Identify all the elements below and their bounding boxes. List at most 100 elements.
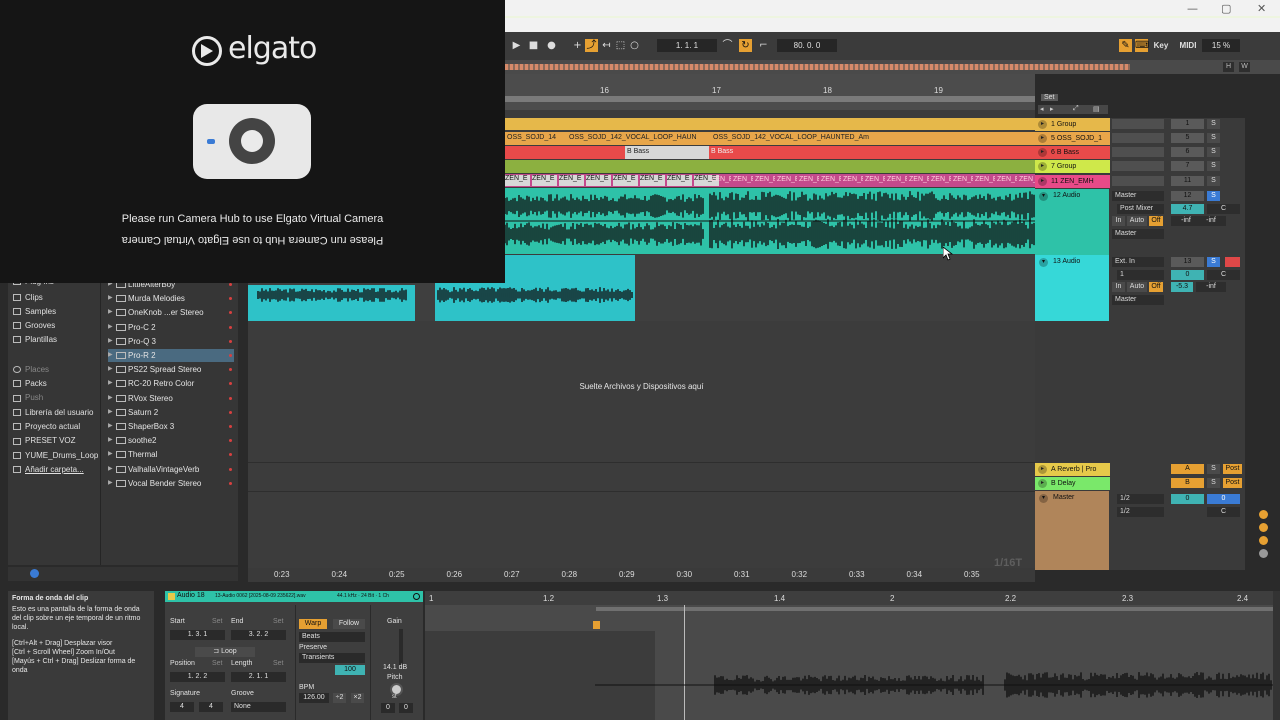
plugin-item[interactable]: ▶ RC-20 Retro Color <box>108 377 234 390</box>
detune-field[interactable]: 0 <box>399 703 413 713</box>
browser-category[interactable]: Clips <box>13 293 43 302</box>
vocal-loop-lane[interactable]: OSS_SOJD_14 OSS_SOJD_142_VOCAL_LOOP_HAUN… <box>505 132 1035 145</box>
end-field[interactable]: 3. 2. 2 <box>231 630 286 640</box>
track-number[interactable]: 13 <box>1171 257 1204 267</box>
prev-locator-icon[interactable]: ◂ <box>1040 105 1044 113</box>
track-header-audio-13[interactable]: ▾ 13 Audio <box>1035 255 1109 321</box>
post-button[interactable]: Post <box>1223 464 1242 474</box>
halve-tempo-button[interactable]: ÷2 <box>333 693 346 703</box>
solo-button[interactable]: S <box>1207 176 1220 186</box>
solo-button[interactable]: S <box>1207 161 1220 171</box>
plugin-item[interactable]: ▶ ValhallaVintageVerb <box>108 463 234 476</box>
session-record-icon[interactable]: ○ <box>628 39 641 52</box>
track-number[interactable]: 1 <box>1171 119 1204 129</box>
length-set-button[interactable]: Set <box>273 660 284 667</box>
fold-icon[interactable]: ▸ <box>1038 162 1047 171</box>
browser-place[interactable]: Proyecto actual <box>13 422 80 431</box>
start-set-button[interactable]: Set <box>212 618 223 625</box>
clip-activator-icon[interactable] <box>413 593 420 600</box>
solo-button[interactable]: S <box>1207 191 1220 201</box>
expand-icon[interactable]: ⤢ <box>1073 105 1079 113</box>
track-number[interactable]: 6 <box>1171 147 1204 157</box>
return-letter[interactable]: A <box>1171 464 1204 474</box>
plugin-item[interactable]: ▶ Pro-R 2 <box>108 349 234 362</box>
track-number[interactable]: 7 <box>1171 161 1204 171</box>
cue-out-select[interactable]: 1/2 <box>1117 494 1164 504</box>
fold-icon[interactable]: ▸ <box>1038 134 1047 143</box>
fold-icon[interactable]: ▾ <box>1039 192 1048 201</box>
fold-icon[interactable]: ▸ <box>1038 465 1047 474</box>
height-toggle-button[interactable]: H <box>1223 62 1234 72</box>
record-icon[interactable]: ● <box>545 39 558 52</box>
plugin-item[interactable]: ▶ Pro-Q 3 <box>108 335 234 348</box>
close-button[interactable]: ✕ <box>1257 2 1266 15</box>
track-number[interactable]: 5 <box>1171 133 1204 143</box>
returns-toggle-icon[interactable] <box>1259 536 1268 545</box>
song-position-field[interactable]: 1. 1. 1 <box>657 39 717 52</box>
master-out-select[interactable]: 1/2 <box>1117 507 1164 517</box>
monitor-auto-button[interactable]: Auto <box>1127 216 1147 226</box>
sample-beat-ruler[interactable]: 1 1.2 1.3 1.4 2 2.2 2.3 2.4 <box>425 591 1273 605</box>
overdub-icon[interactable]: + <box>571 39 584 52</box>
preserve-select[interactable]: Transients <box>299 653 365 663</box>
fold-icon[interactable]: ▸ <box>1038 479 1047 488</box>
browser-category[interactable]: Samples <box>13 307 56 316</box>
pan-field[interactable]: C <box>1207 270 1240 280</box>
pan-field[interactable]: C <box>1207 204 1240 214</box>
midi-map-button[interactable]: MIDI <box>1177 39 1199 52</box>
volume-field[interactable]: 4.7 <box>1171 204 1204 214</box>
play-icon[interactable]: ▶ <box>510 39 523 52</box>
plugin-item[interactable]: ▶ Pro-C 2 <box>108 321 234 334</box>
track-number[interactable]: 12 <box>1171 191 1204 201</box>
plugin-item[interactable]: ▶ Thermal <box>108 448 234 461</box>
loop-brace[interactable] <box>596 607 1273 611</box>
plugin-item[interactable]: ▶ Saturn 2 <box>108 406 234 419</box>
start-field[interactable]: 1. 3. 1 <box>170 630 225 640</box>
preview-icon[interactable] <box>30 569 39 578</box>
master-volume-field[interactable]: 0 <box>1171 494 1204 504</box>
browser-place[interactable]: YUME_Drums_Loop <box>13 451 98 460</box>
transpose-field[interactable]: 0 <box>381 703 395 713</box>
plugin-item[interactable]: ▶ ShaperBox 3 <box>108 420 234 433</box>
clip-name[interactable]: Audio 18 <box>177 592 205 599</box>
group-track-lane[interactable] <box>505 118 1035 130</box>
io-toggle-icon[interactable] <box>1259 510 1268 519</box>
bass-lane[interactable]: B Bass B Bass <box>505 146 1035 159</box>
stop-icon[interactable]: ■ <box>527 39 540 52</box>
capture-icon[interactable]: ⬚ <box>614 39 627 52</box>
browser-place[interactable]: PRESET VOZ <box>13 436 76 445</box>
monitor-off-button[interactable]: Off <box>1149 216 1163 226</box>
next-locator-icon[interactable]: ▸ <box>1050 105 1054 113</box>
monitor-in-button[interactable]: In <box>1112 216 1125 226</box>
position-set-button[interactable]: Set <box>212 660 223 667</box>
browser-category[interactable]: Plantillas <box>13 335 57 344</box>
position-field[interactable]: 1. 2. 2 <box>170 672 225 682</box>
cue-volume-field[interactable]: 0 <box>1207 494 1240 504</box>
fold-icon[interactable]: ▸ <box>1038 120 1047 129</box>
loop-switch-icon[interactable]: ↻ <box>739 39 752 52</box>
return-track-header[interactable]: ▸ B Delay <box>1035 477 1110 490</box>
track-header[interactable]: ▸ 5 OSS_SOJD_1 <box>1035 132 1110 145</box>
loop-button[interactable]: ⊐ Loop <box>195 647 255 657</box>
volume-field[interactable]: 0 <box>1171 270 1204 280</box>
locator-set-button[interactable]: Set <box>1041 94 1058 101</box>
return-letter[interactable]: B <box>1171 478 1204 488</box>
start-marker-icon[interactable] <box>593 621 600 629</box>
beat-ruler[interactable]: 16 17 18 19 <box>505 74 1035 110</box>
output-routing-select[interactable]: Master <box>1112 229 1164 239</box>
browser-place[interactable]: Packs <box>13 379 47 388</box>
input-channel-select[interactable]: 1 <box>1117 270 1164 280</box>
track-number[interactable]: 11 <box>1171 176 1204 186</box>
solo-button[interactable]: S <box>1207 464 1220 474</box>
solo-button[interactable]: S <box>1207 147 1220 157</box>
end-set-button[interactable]: Set <box>273 618 284 625</box>
key-map-button[interactable]: Key <box>1150 39 1172 52</box>
browser-category[interactable]: Grooves <box>13 321 55 330</box>
post-button[interactable]: Post <box>1223 478 1242 488</box>
fold-icon[interactable]: ▾ <box>1039 258 1048 267</box>
plugin-item[interactable]: ▶ Vocal Bender Stereo <box>108 477 234 490</box>
fold-icon[interactable]: ▾ <box>1039 494 1048 503</box>
plugin-item[interactable]: ▶ RVox Stereo <box>108 392 234 405</box>
punch-icon[interactable]: ⌐ <box>757 39 770 52</box>
fold-icon[interactable]: ▸ <box>1038 148 1047 157</box>
